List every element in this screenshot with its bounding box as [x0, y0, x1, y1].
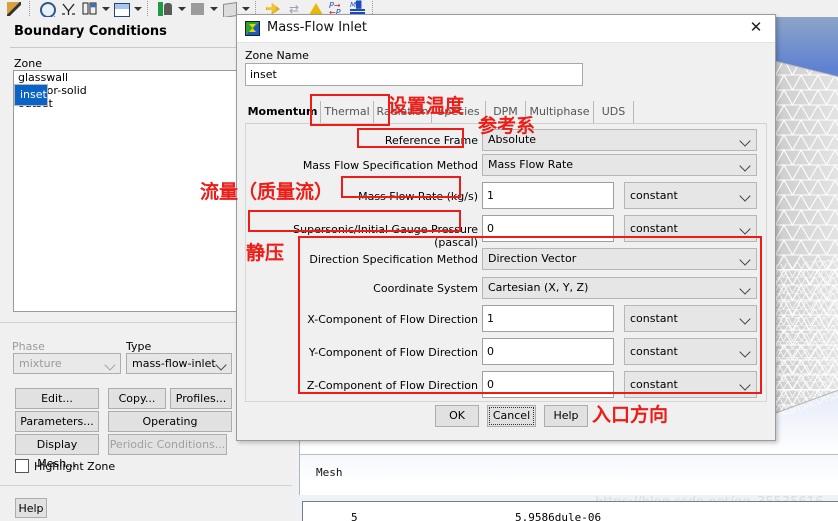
zone-label: Zone: [14, 57, 43, 70]
ok-button[interactable]: OK: [435, 405, 479, 427]
chevron-down-icon: [739, 135, 751, 147]
tab-multiphase[interactable]: Multiphase: [526, 101, 594, 124]
annotation-box-mass-flow-rate: [341, 176, 461, 198]
phase-select[interactable]: mixture: [13, 353, 121, 374]
copy-button[interactable]: Copy...: [108, 388, 166, 409]
console-output[interactable]: 5 5.9586dule-06: [302, 501, 838, 521]
supersonic-pressure-mode-value: constant: [630, 222, 678, 235]
highlight-zone-label: Highlight Zone: [34, 459, 116, 473]
annotation-reference-frame: 参考系: [478, 115, 536, 137]
list-item[interactable]: inset: [14, 84, 48, 106]
mesh-lower-strip: [299, 454, 838, 495]
panel-help-button[interactable]: Help: [15, 498, 47, 518]
help-button[interactable]: Help: [544, 405, 588, 427]
tab-uds[interactable]: UDS: [594, 101, 634, 124]
annotation-set-temperature: 设置温度: [388, 95, 465, 117]
display-mesh-button[interactable]: Display Mesh...: [15, 434, 99, 470]
zone-name-input[interactable]: inset: [245, 63, 583, 86]
mass-flow-rate-input[interactable]: 1: [482, 182, 614, 209]
zoom-icon[interactable]: [38, 1, 57, 18]
dialog-titlebar[interactable]: Mass-Flow Inlet ✕: [237, 15, 775, 43]
mass-flow-spec-label: Mass Flow Specification Method: [302, 159, 478, 172]
type-value: mass-flow-inlet: [132, 357, 216, 370]
axes-icon[interactable]: [59, 1, 78, 17]
phase-label: Phase: [12, 340, 45, 353]
chevron-down-icon: [215, 359, 227, 371]
highlight-zone-checkbox[interactable]: [15, 459, 29, 473]
phase-value: mixture: [19, 357, 62, 370]
toolbar-separator: [29, 1, 33, 16]
annotation-static-pressure: 静压: [246, 242, 285, 264]
swatch-dropdown-icon[interactable]: [208, 1, 219, 17]
layout-icon[interactable]: [80, 1, 99, 17]
fluent-app-icon: [245, 21, 260, 36]
mass-flow-rate-mode-select[interactable]: constant: [624, 182, 757, 209]
chevron-down-icon: [739, 223, 751, 235]
lighting-icon[interactable]: [156, 1, 175, 17]
zone-name-label: Zone Name: [245, 49, 309, 62]
mass-flow-spec-select[interactable]: Mass Flow Rate: [482, 154, 757, 176]
type-label: Type: [126, 340, 152, 353]
periodic-conditions-button: Periodic Conditions...: [108, 434, 227, 455]
annotation-box-reference-frame: [357, 128, 464, 148]
lighting-dropdown-icon[interactable]: [176, 1, 187, 17]
gray-swatch-icon[interactable]: [188, 1, 207, 17]
cancel-button[interactable]: Cancel: [487, 405, 536, 427]
operating-conditions-button[interactable]: Operating Conditions...: [108, 411, 232, 447]
annotation-box-flow-direction: [298, 236, 762, 394]
edit-button[interactable]: Edit...: [15, 388, 99, 409]
chevron-down-icon: [104, 359, 116, 371]
annotation-inlet-direction: 入口方向: [592, 404, 669, 426]
mass-flow-spec-value: Mass Flow Rate: [488, 158, 574, 171]
dialog-title: Mass-Flow Inlet: [267, 20, 368, 35]
type-select[interactable]: mass-flow-inlet: [126, 353, 232, 374]
pipette-icon[interactable]: [5, 1, 24, 17]
highlight-zone-row[interactable]: Highlight Zone: [15, 459, 115, 473]
chevron-down-icon: [739, 160, 751, 172]
close-icon[interactable]: ✕: [741, 18, 771, 38]
panel-footer-divider: [0, 485, 292, 486]
annotation-box-thermal-tabs: [310, 94, 390, 126]
toolbar-separator: [147, 1, 151, 16]
mesh-label: Mesh: [316, 466, 343, 479]
annotation-box-supersonic-pressure: [248, 210, 461, 232]
parameters-button[interactable]: Parameters...: [15, 411, 99, 432]
annotation-mass-flow: 流量（质量流）: [200, 181, 334, 203]
window-icon[interactable]: [112, 1, 131, 17]
dialog-buttons: OK Cancel Help: [237, 405, 775, 439]
mass-flow-rate-mode-value: constant: [630, 189, 678, 202]
profiles-button[interactable]: Profiles...: [170, 388, 232, 409]
window-dropdown-icon[interactable]: [132, 1, 143, 17]
layout-dropdown-icon[interactable]: [100, 1, 111, 17]
chevron-down-icon: [739, 190, 751, 202]
